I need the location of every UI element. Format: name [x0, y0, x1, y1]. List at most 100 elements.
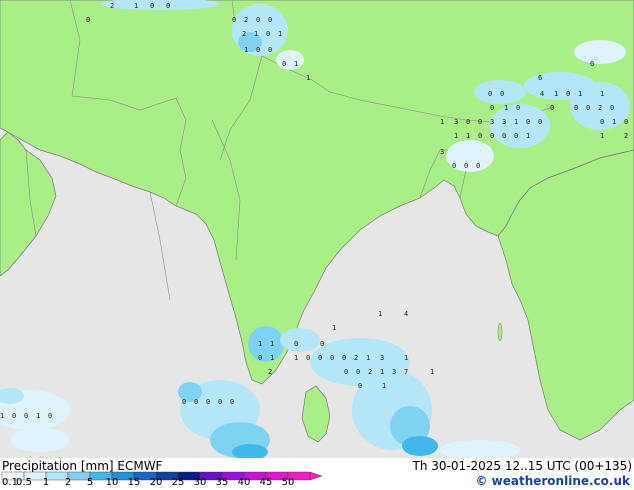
precip-value: 0	[478, 118, 482, 126]
scale-label: 25	[171, 477, 185, 488]
precip-value: 1	[306, 74, 310, 82]
precip-value: 1	[36, 412, 40, 420]
precip-value: 1	[514, 118, 518, 126]
precip-value: 1	[380, 368, 384, 376]
precip-value: 6	[538, 74, 542, 82]
precip-value: 0	[258, 354, 262, 362]
precip-value: 1	[430, 368, 434, 376]
precip-value: 7	[404, 368, 408, 376]
precip-value: 0	[86, 16, 90, 24]
scale-label: 5	[86, 477, 94, 488]
precip-value: 0	[266, 30, 270, 38]
precip-value: 0	[330, 354, 334, 362]
land-andaman	[497, 322, 503, 342]
precip-value: 0	[356, 368, 360, 376]
scale-label: 35	[215, 477, 229, 488]
precipitation-map: 0210002002101100011641010100010000201300…	[0, 0, 634, 460]
precip-value: 0	[282, 60, 286, 68]
precip-value: 1	[366, 354, 370, 362]
valid-time: Th 30-01-2025 12..15 UTC (00+135)	[412, 459, 632, 473]
precip-value: 2	[354, 354, 358, 362]
color-scale-labels: 0.1 0.5 1 2 5 10 15 20 25 30 35 40 45 50	[0, 477, 330, 490]
precip-value: 0	[358, 382, 362, 390]
precip-value: 0	[464, 162, 468, 170]
precip-value: 1	[244, 46, 248, 54]
precip-value: 0	[232, 16, 236, 24]
scale-label: 10	[105, 477, 119, 488]
precip-value: 0	[624, 118, 628, 126]
scale-label: 1	[42, 477, 50, 488]
precip-value: 0	[514, 132, 518, 140]
precip-value: 1	[504, 104, 508, 112]
precip-value: 0	[478, 132, 482, 140]
precip-value: 0	[490, 132, 494, 140]
scale-label: 45	[259, 477, 273, 488]
scale-label: 0.5	[16, 477, 32, 488]
precip-value: 0	[538, 118, 542, 126]
scale-label: 30	[193, 477, 207, 488]
precip-value: 2	[268, 368, 272, 376]
precip-value: 0	[218, 398, 222, 406]
scale-label: 15	[127, 477, 141, 488]
precip-value: 3	[502, 118, 506, 126]
precip-value: 1	[270, 354, 274, 362]
precip-value: 4	[404, 310, 408, 318]
precip-value: 2	[244, 16, 248, 24]
precip-value: 0	[488, 90, 492, 98]
precip-value: 3	[490, 118, 494, 126]
precip-value: 0	[256, 16, 260, 24]
precip-value: 0	[452, 162, 456, 170]
precip-value: 0	[256, 46, 260, 54]
precip-value: 0	[550, 104, 554, 112]
precip-value: 0	[490, 104, 494, 112]
map-footer: Precipitation [mm] ECMWF Th 30-01-2025 1…	[0, 458, 634, 490]
precip-value: 3	[380, 354, 384, 362]
precip-value: 3	[392, 368, 396, 376]
credit-link[interactable]: © weatheronline.co.uk	[475, 474, 630, 488]
precip-value: 3	[440, 148, 444, 156]
precip-value: 0	[166, 2, 170, 10]
precip-value: 0	[466, 118, 470, 126]
scale-label: 50	[281, 477, 295, 488]
precip-value: 1	[0, 412, 4, 420]
precip-value: 1	[466, 132, 470, 140]
precip-value: 0	[516, 104, 520, 112]
precip-value: 1	[600, 132, 604, 140]
precip-value: 2	[110, 2, 114, 10]
precip-value: 2	[624, 132, 628, 140]
precip-value: 1	[440, 118, 444, 126]
precip-value: 0	[586, 104, 590, 112]
precip-value: 0	[476, 162, 480, 170]
precip-value: 1	[332, 324, 336, 332]
precip-value: 3	[454, 118, 458, 126]
precip-value: 4	[540, 90, 544, 98]
precip-value: 1	[278, 30, 282, 38]
precip-value: 0	[342, 354, 346, 362]
precip-value: 0	[574, 104, 578, 112]
precip-value: 1	[454, 132, 458, 140]
precip-value: 1	[600, 90, 604, 98]
precip-value: 0	[306, 354, 310, 362]
precip-value: 0	[610, 104, 614, 112]
precip-value: 1	[258, 340, 262, 348]
precip-value: 0	[318, 354, 322, 362]
precip-value: 1	[612, 118, 616, 126]
precip-value: 0	[502, 132, 506, 140]
precip-value: 0	[320, 340, 324, 348]
precip-value: 1	[254, 30, 258, 38]
precip-value: 1	[554, 90, 558, 98]
precip-value: 0	[500, 90, 504, 98]
precip-value: 0	[194, 398, 198, 406]
precip-value: 0	[150, 2, 154, 10]
precip-value: 1	[378, 310, 382, 318]
precip-value: 1	[382, 382, 386, 390]
scale-label: 2	[64, 477, 72, 488]
precip-value: 0	[526, 118, 530, 126]
precip-value: 0	[230, 398, 234, 406]
scale-label: 20	[149, 477, 163, 488]
precip-value: 2	[242, 30, 246, 38]
precip-value: 1	[294, 354, 298, 362]
precip-value: 0	[182, 398, 186, 406]
precip-value: 0	[590, 60, 594, 68]
precip-value: 0	[24, 412, 28, 420]
